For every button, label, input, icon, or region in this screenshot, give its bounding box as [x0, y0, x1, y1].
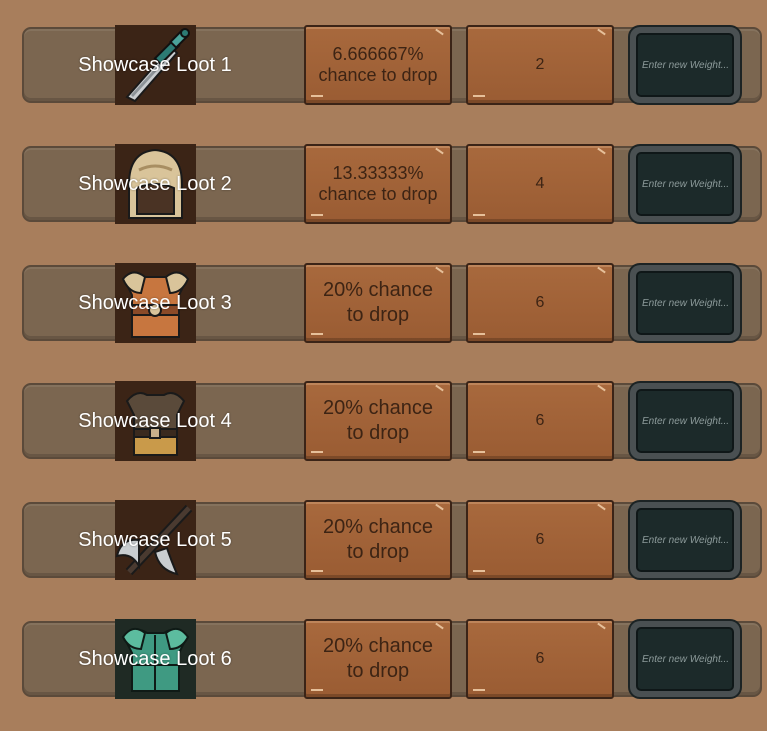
- drop-chance: 6.666667% chance to drop: [304, 25, 452, 105]
- weight-input-frame: [628, 619, 742, 699]
- weight-input-frame: [628, 25, 742, 105]
- weight-input[interactable]: [636, 627, 734, 691]
- weight-input[interactable]: [636, 33, 734, 97]
- weight-input-frame: [628, 381, 742, 461]
- weight-value: 6: [466, 381, 614, 461]
- weight-value: 4: [466, 144, 614, 224]
- helmet-icon: [115, 144, 196, 224]
- loot-row: Showcase Loot 1 6.666667% chance to drop…: [22, 25, 762, 105]
- axe-icon: [115, 500, 196, 580]
- vest-icon: [115, 381, 196, 461]
- weight-input[interactable]: [636, 389, 734, 453]
- weight-value: 6: [466, 619, 614, 699]
- loot-row: Showcase Loot 4 20% chance to drop 6: [22, 381, 762, 461]
- loot-row: Showcase Loot 5 20% chance to drop 6: [22, 500, 762, 580]
- loot-row: Showcase Loot 2 13.33333% chance to drop…: [22, 144, 762, 224]
- sword-icon: [115, 25, 196, 105]
- drop-chance: 20% chance to drop: [304, 381, 452, 461]
- weight-input[interactable]: [636, 271, 734, 335]
- armor-icon: [115, 263, 196, 343]
- weight-value: 6: [466, 263, 614, 343]
- jade-armor-icon: [115, 619, 196, 699]
- loot-row: Showcase Loot 6 20% chance to drop 6: [22, 619, 762, 699]
- drop-chance: 13.33333% chance to drop: [304, 144, 452, 224]
- drop-chance: 20% chance to drop: [304, 619, 452, 699]
- weight-input-frame: [628, 144, 742, 224]
- weight-value: 2: [466, 25, 614, 105]
- weight-input-frame: [628, 500, 742, 580]
- weight-input[interactable]: [636, 508, 734, 572]
- weight-input[interactable]: [636, 152, 734, 216]
- drop-chance: 20% chance to drop: [304, 500, 452, 580]
- weight-value: 6: [466, 500, 614, 580]
- loot-row: Showcase Loot 3 20% chance to drop 6: [22, 263, 762, 343]
- drop-chance: 20% chance to drop: [304, 263, 452, 343]
- weight-input-frame: [628, 263, 742, 343]
